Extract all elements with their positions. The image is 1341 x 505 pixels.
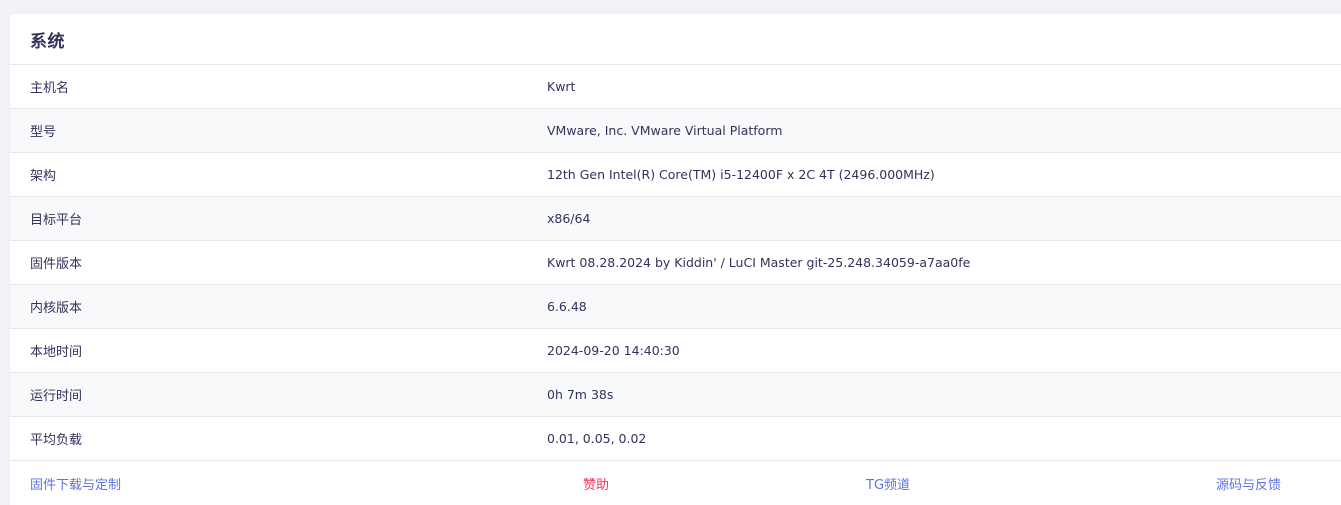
tg-channel-link[interactable]: TG频道 bbox=[866, 474, 910, 493]
row-value: x86/64 bbox=[547, 211, 591, 226]
row-kernel-version: 内核版本 6.6.48 bbox=[10, 285, 1341, 329]
card-header: 系统 bbox=[10, 14, 1341, 65]
source-feedback-link[interactable]: 源码与反馈 bbox=[1216, 474, 1281, 493]
row-value: Kwrt 08.28.2024 by Kiddin' / LuCI Master… bbox=[547, 255, 971, 270]
row-label: 固件版本 bbox=[30, 257, 83, 272]
row-label: 架构 bbox=[30, 169, 57, 184]
row-label: 平均负载 bbox=[30, 433, 83, 448]
footer-links: 固件下载与定制 赞助 TG频道 源码与反馈 bbox=[10, 461, 1341, 503]
row-label: 型号 bbox=[30, 125, 57, 140]
row-load-average: 平均负载 0.01, 0.05, 0.02 bbox=[10, 417, 1341, 461]
firmware-download-link[interactable]: 固件下载与定制 bbox=[30, 474, 121, 493]
row-local-time: 本地时间 2024-09-20 14:40:30 bbox=[10, 329, 1341, 373]
row-value: 0h 7m 38s bbox=[547, 387, 614, 402]
row-label: 主机名 bbox=[30, 81, 70, 96]
row-value: VMware, Inc. VMware Virtual Platform bbox=[547, 123, 783, 138]
row-model: 型号 VMware, Inc. VMware Virtual Platform bbox=[10, 109, 1341, 153]
row-target-platform: 目标平台 x86/64 bbox=[10, 197, 1341, 241]
row-label: 本地时间 bbox=[30, 345, 83, 360]
row-value: 12th Gen Intel(R) Core(TM) i5-12400F x 2… bbox=[547, 167, 935, 182]
row-value: 2024-09-20 14:40:30 bbox=[547, 343, 680, 358]
row-architecture: 架构 12th Gen Intel(R) Core(TM) i5-12400F … bbox=[10, 153, 1341, 197]
row-firmware-version: 固件版本 Kwrt 08.28.2024 by Kiddin' / LuCI M… bbox=[10, 241, 1341, 285]
row-hostname: 主机名 Kwrt bbox=[10, 65, 1341, 109]
row-label: 内核版本 bbox=[30, 301, 83, 316]
system-info-table: 主机名 Kwrt 型号 VMware, Inc. VMware Virtual … bbox=[10, 65, 1341, 461]
row-uptime: 运行时间 0h 7m 38s bbox=[10, 373, 1341, 417]
row-label: 运行时间 bbox=[30, 389, 83, 404]
row-value: 6.6.48 bbox=[547, 299, 587, 314]
system-card: 系统 主机名 Kwrt 型号 VMware, Inc. VMware Virtu… bbox=[10, 14, 1341, 505]
row-value: Kwrt bbox=[547, 79, 576, 94]
row-label: 目标平台 bbox=[30, 213, 83, 228]
sponsor-link[interactable]: 赞助 bbox=[583, 474, 609, 493]
row-value: 0.01, 0.05, 0.02 bbox=[547, 431, 647, 446]
section-title: 系统 bbox=[30, 31, 65, 52]
